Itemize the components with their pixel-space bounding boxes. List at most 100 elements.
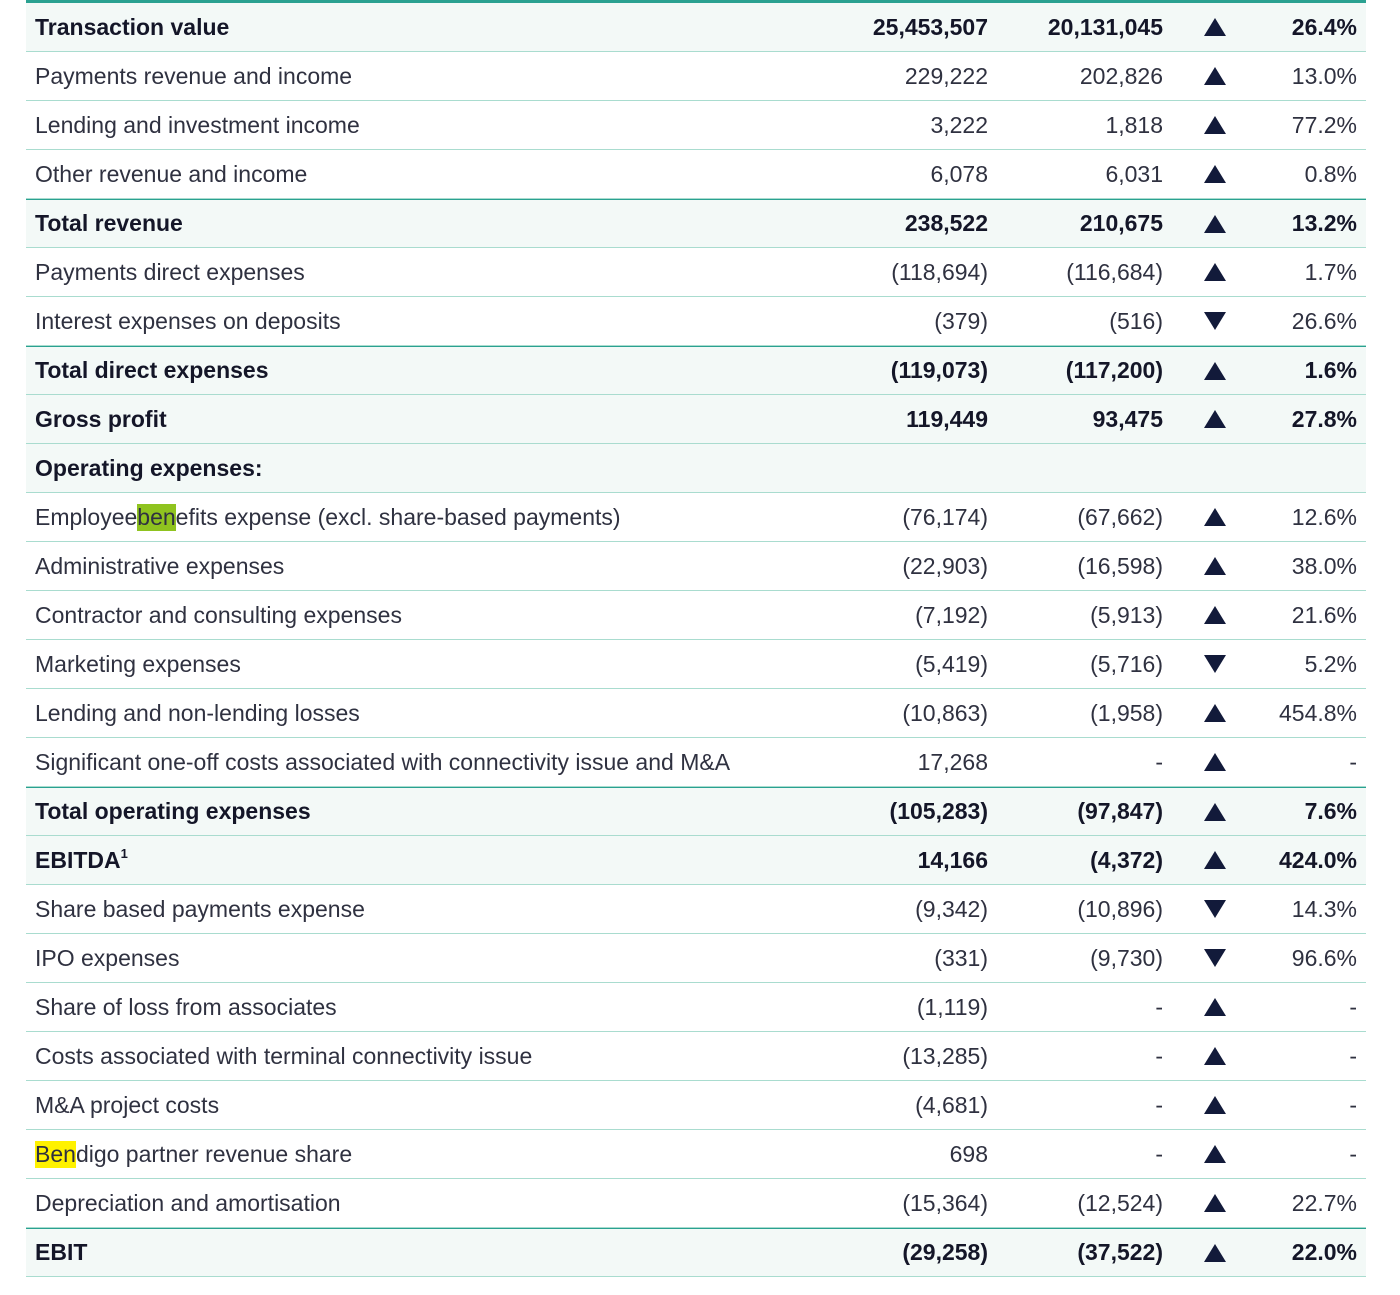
prior-value: (5,913) [1090, 601, 1163, 628]
change-percent: 5.2% [1304, 650, 1357, 677]
search-highlight: ben [137, 503, 176, 531]
row-label: EBIT [35, 1239, 88, 1265]
row-label: Depreciation and amortisation [35, 1189, 341, 1216]
current-value: 6,078 [930, 160, 988, 187]
prior-value: (117,200) [1065, 357, 1163, 383]
search-highlight: Ben [35, 1140, 76, 1168]
table-row: Total operating expenses (105,283) (97,847… [26, 787, 1366, 836]
table-row: Other revenue and income 6,078 6,031 0.8% [26, 150, 1366, 199]
change-percent: 27.8% [1291, 405, 1357, 432]
current-value: (331) [934, 944, 988, 971]
table-row: Administrative expenses (22,903) (16,598) 3… [26, 542, 1366, 591]
row-label: Payments revenue and income [35, 62, 353, 89]
change-percent: 14.3% [1291, 895, 1357, 922]
prior-value: (116,684) [1066, 258, 1163, 285]
prior-value: - [1155, 993, 1163, 1020]
change-percent: 7.6% [1304, 798, 1357, 824]
prior-value: (4,372) [1090, 846, 1163, 873]
change-percent: - [1349, 1091, 1357, 1118]
row-label: EBITDA 1 [35, 846, 128, 873]
change-percent: 22.7% [1291, 1189, 1357, 1216]
current-value: (10,863) [902, 699, 988, 726]
change-percent: - [1349, 748, 1357, 775]
table-row: EBIT (29,258) (37,522) 22.0% [26, 1228, 1366, 1277]
triangle-down-icon [1202, 885, 1228, 933]
prior-value: - [1155, 1140, 1163, 1167]
current-value: 17,268 [917, 748, 988, 775]
table-row: Lending and investment income 3,222 1,818 7… [26, 101, 1366, 150]
table-row: Ben digo partner revenue share 698 - - [26, 1130, 1366, 1179]
row-label: Operating expenses: [35, 454, 263, 481]
change-percent: 26.4% [1291, 13, 1357, 40]
triangle-up-icon [1202, 1179, 1228, 1227]
current-value: 238,522 [904, 210, 988, 236]
table-row: Share based payments expense (9,342) (10,8… [26, 885, 1366, 934]
prior-value: 210,675 [1079, 210, 1163, 236]
prior-value: (1,958) [1090, 699, 1163, 726]
current-value: (4,681) [915, 1091, 988, 1118]
current-value: (1,119) [916, 993, 988, 1020]
prior-value: 202,826 [1079, 62, 1163, 89]
row-label: Marketing expenses [35, 650, 241, 677]
change-percent: 13.0% [1291, 62, 1357, 89]
prior-value: - [1155, 748, 1163, 775]
prior-value: (37,522) [1077, 1239, 1163, 1265]
prior-value: 93,475 [1092, 405, 1163, 432]
current-value: (7,192) [915, 601, 988, 628]
current-value: 119,449 [906, 405, 988, 432]
table-row: Total revenue 238,522 210,675 13.2% [26, 199, 1366, 248]
row-label: Total direct expenses [35, 357, 269, 383]
current-value: 25,453,507 [872, 13, 988, 40]
current-value: 14,166 [917, 846, 988, 873]
change-percent: 1.7% [1304, 258, 1357, 285]
triangle-up-icon [1202, 1081, 1228, 1129]
triangle-up-icon [1202, 150, 1228, 198]
current-value: (119,073) [890, 357, 988, 383]
current-value: (5,419) [915, 650, 988, 677]
current-value: (13,285) [902, 1042, 988, 1069]
table-row: Interest expenses on deposits (379) (516) 2… [26, 297, 1366, 346]
table-row: Contractor and consulting expenses (7,192… [26, 591, 1366, 640]
change-percent: 13.2% [1291, 210, 1357, 236]
table-row: Employee ben efits expense (excl. share-b… [26, 493, 1366, 542]
row-label: Transaction value [35, 13, 230, 40]
triangle-up-icon [1202, 493, 1228, 541]
prior-value: (9,730) [1090, 944, 1163, 971]
change-percent: 38.0% [1291, 552, 1357, 579]
change-percent: - [1349, 993, 1357, 1020]
triangle-up-icon [1202, 395, 1228, 443]
prior-value: (12,524) [1077, 1189, 1163, 1216]
change-percent: 26.6% [1291, 307, 1357, 334]
triangle-up-icon [1202, 200, 1228, 247]
triangle-up-icon [1202, 836, 1228, 884]
triangle-up-icon [1202, 788, 1228, 835]
prior-value: (516) [1109, 307, 1163, 334]
triangle-down-icon [1202, 297, 1228, 345]
triangle-up-icon [1202, 738, 1228, 786]
row-label: Costs associated with terminal connectiv… [35, 1042, 533, 1069]
current-value: (9,342) [915, 895, 988, 922]
triangle-up-icon [1202, 101, 1228, 149]
prior-value: 6,031 [1105, 160, 1163, 187]
current-value: (76,174) [902, 503, 988, 530]
table-row: IPO expenses (331) (9,730) 96.6% [26, 934, 1366, 983]
row-label: Lending and non-lending losses [35, 699, 360, 726]
current-value: (118,694) [891, 258, 988, 285]
row-label: Payments direct expenses [35, 258, 305, 285]
row-label: Share of loss from associates [35, 993, 337, 1020]
change-percent: 96.6% [1291, 944, 1357, 971]
change-percent: - [1349, 1042, 1357, 1069]
change-percent: 12.6% [1291, 503, 1357, 530]
triangle-up-icon [1202, 1032, 1228, 1080]
prior-value: (10,896) [1077, 895, 1163, 922]
row-label: Administrative expenses [35, 552, 285, 579]
current-value: (29,258) [902, 1239, 988, 1265]
prior-value: (5,716) [1090, 650, 1163, 677]
triangle-up-icon [1202, 347, 1228, 394]
prior-value: 1,818 [1105, 111, 1163, 138]
change-percent: 22.0% [1291, 1239, 1357, 1265]
table-row: Lending and non-lending losses (10,863) (1… [26, 689, 1366, 738]
current-value: 3,222 [930, 111, 988, 138]
row-label: Other revenue and income [35, 160, 308, 187]
current-value: (15,364) [902, 1189, 988, 1216]
